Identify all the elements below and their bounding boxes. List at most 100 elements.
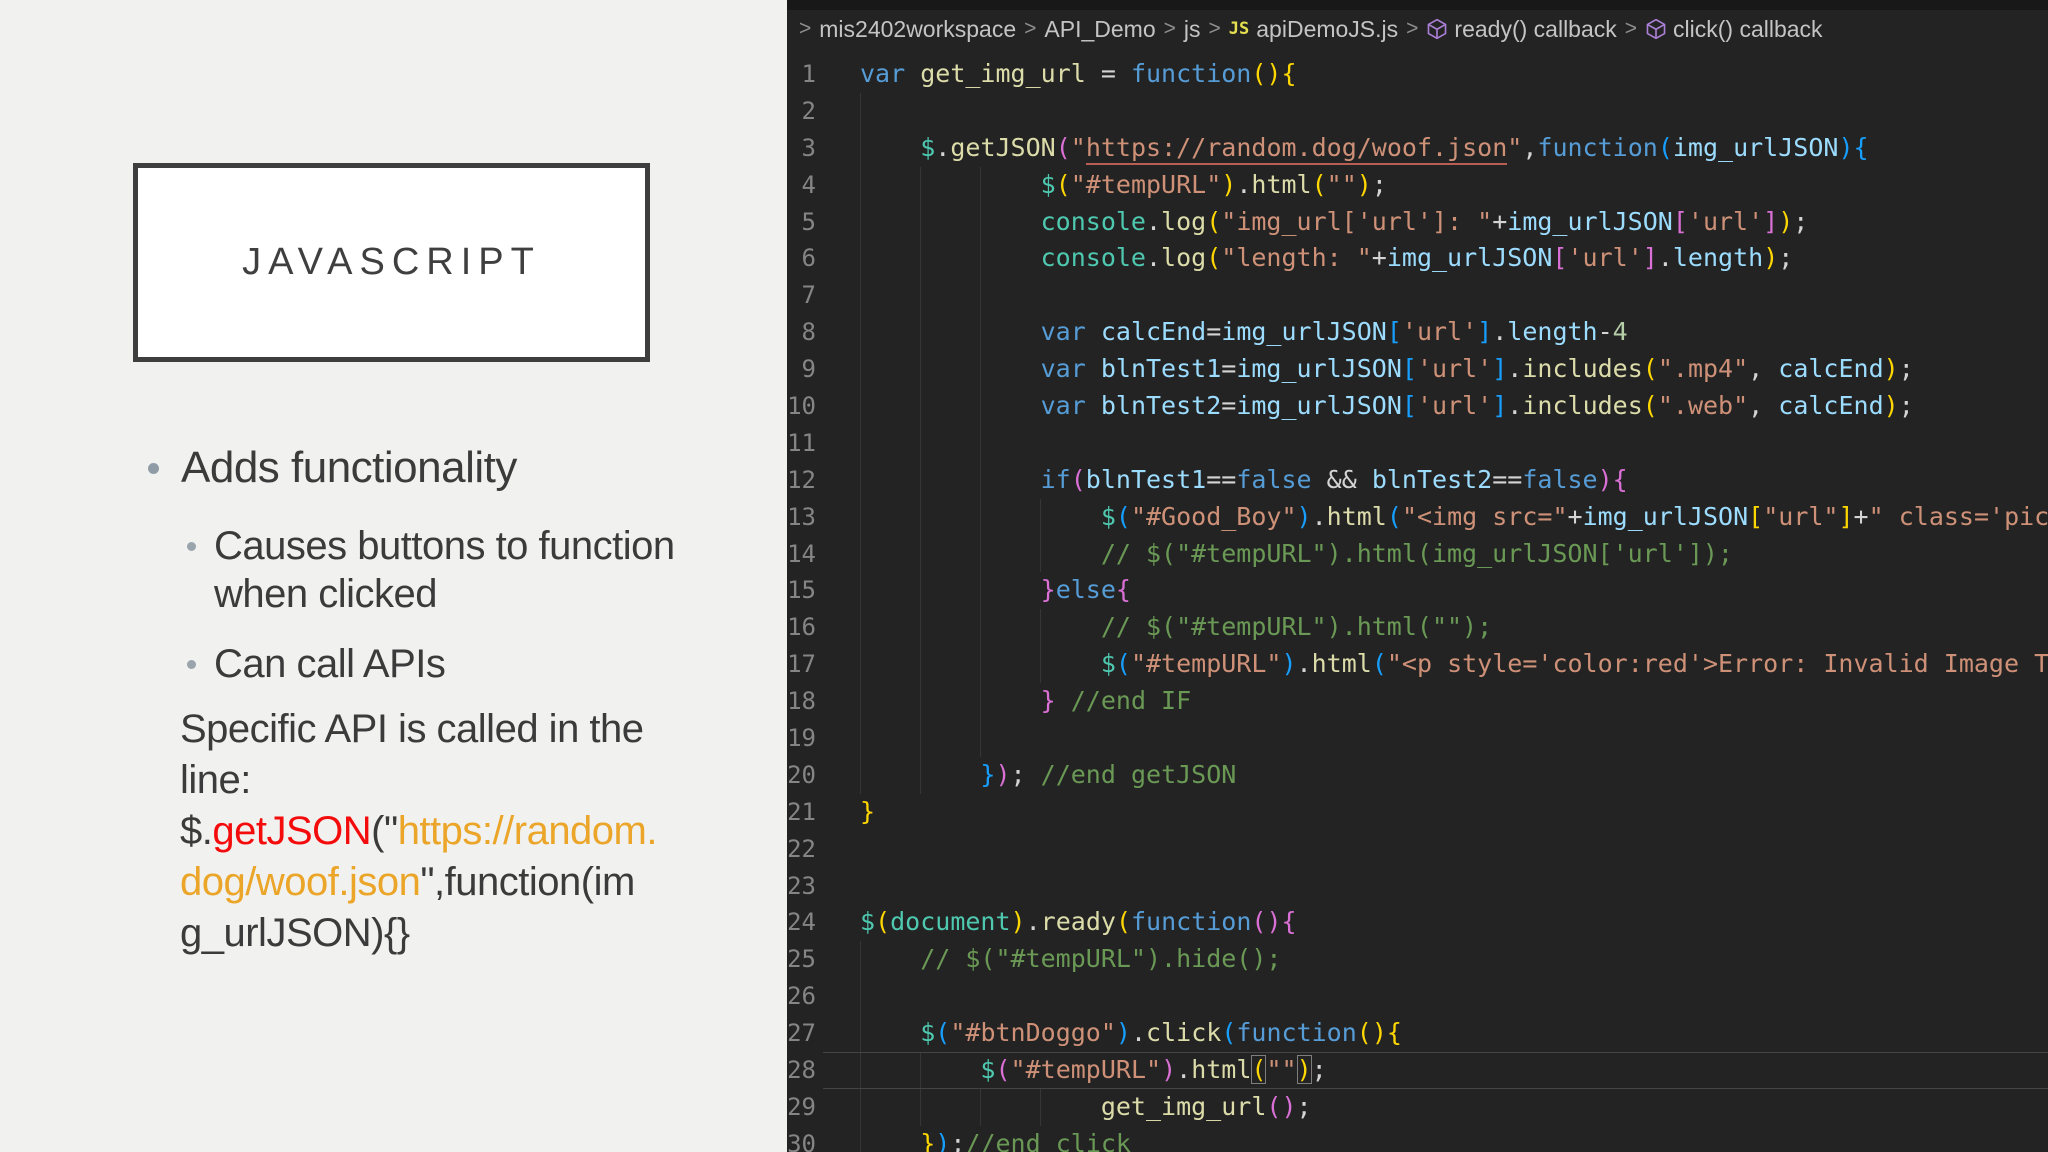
code-text: var get_img_url = function(){	[860, 59, 1297, 88]
line-number: 13	[787, 502, 816, 531]
code-line[interactable]: 19	[787, 720, 2048, 757]
line-number: 6	[801, 244, 816, 273]
paragraph-line: $.getJSON("https://random.	[180, 809, 657, 853]
breadcrumb-item[interactable]: apiDemoJS.js	[1256, 16, 1398, 43]
code-line[interactable]: 30 });//end click	[787, 1125, 2048, 1152]
screen: JAVASCRIPT Adds functionality Causes but…	[0, 0, 2048, 1152]
breadcrumb-separator: >	[1208, 17, 1221, 40]
breadcrumb-item[interactable]: click() callback	[1673, 16, 1823, 43]
breadcrumb-item[interactable]: mis2402workspace	[819, 16, 1016, 43]
indent-guide	[860, 498, 861, 536]
indent-guide	[860, 535, 861, 573]
method-symbol-icon	[1426, 18, 1448, 40]
indent-guide	[860, 646, 861, 684]
code-line[interactable]: 17 $("#tempURL").html("<p style='color:r…	[787, 646, 2048, 684]
breadcrumb-item[interactable]: API_Demo	[1044, 16, 1155, 43]
indent-guide	[920, 240, 922, 278]
breadcrumb-item[interactable]: js	[1184, 16, 1201, 43]
line-number: 18	[787, 687, 816, 716]
line-number: 22	[787, 834, 816, 863]
code-line[interactable]: 22	[787, 831, 2048, 868]
code-line[interactable]: 13 $("#Good_Boy").html("<img src="+img_u…	[787, 498, 2048, 536]
code-line[interactable]: 7	[787, 277, 2048, 315]
code-line[interactable]: 6 console.log("length: "+img_urlJSON['ur…	[787, 240, 2048, 278]
breadcrumb-separator: >	[1024, 17, 1037, 40]
indent-guide	[860, 166, 861, 204]
code-area[interactable]: 1 var get_img_url = function(){ 2 3 $.getJS…	[787, 48, 2048, 1152]
code-line[interactable]: 20 }); //end getJSON	[787, 756, 2048, 794]
code-line[interactable]: 2	[787, 92, 2048, 130]
bullet-level1-text: Adds functionality	[181, 443, 517, 492]
line-number: 5	[801, 207, 816, 236]
code-text: $("#Good_Boy").html("<img src="+img_urlJ…	[1100, 501, 2048, 531]
api-call-paragraph: Specific API is called in the line: $.getJ…	[180, 704, 752, 959]
paragraph-line: line:	[180, 758, 251, 802]
code-line[interactable]: 23	[787, 868, 2048, 905]
indent-guide	[860, 609, 861, 647]
code-text: $("#tempURL").html("");	[980, 1055, 1327, 1085]
code-line[interactable]: 8 var calcEnd=img_urlJSON['url'].length-…	[787, 314, 2048, 352]
code-line[interactable]: 18 } //end IF	[787, 683, 2048, 721]
line-number: 15	[787, 576, 816, 605]
code-line[interactable]: 16 // $("#tempURL").html("");	[787, 609, 2048, 647]
indent-guide	[920, 461, 922, 499]
line-number: 1	[801, 60, 816, 88]
paragraph-line: g_urlJSON){}	[180, 911, 410, 955]
code-line[interactable]: 9 var blnTest1=img_urlJSON['url'].includ…	[787, 351, 2048, 389]
indent-guide	[980, 166, 982, 204]
code-line[interactable]: 11	[787, 424, 2048, 462]
code-line[interactable]: 29 get_img_url();	[787, 1088, 2048, 1126]
code-text: $("#tempURL").html("<p style='color:red'…	[1100, 649, 2048, 679]
method-symbol-icon	[1645, 18, 1667, 40]
indent-guide	[1040, 1088, 1042, 1126]
code-line[interactable]: 15 }else{	[787, 572, 2048, 610]
code-text: $(document).ready(function(){	[860, 907, 1297, 937]
breadcrumb-item[interactable]: ready() callback	[1454, 16, 1616, 43]
bullet-level2: Causes buttons to function when clicked	[132, 522, 752, 618]
code-line[interactable]: 12 if(blnTest1==false && blnTest2==false…	[787, 461, 2048, 499]
indent-guide	[920, 424, 922, 462]
code-line[interactable]: 3 $.getJSON("https://random.dog/woof.jso…	[787, 129, 2048, 167]
line-number: 23	[787, 871, 816, 900]
indent-guide	[920, 498, 922, 536]
code-text: get_img_url();	[1100, 1091, 1312, 1121]
slide-title: JAVASCRIPT	[242, 241, 541, 283]
code-line[interactable]: 24 $(document).ready(function(){	[787, 904, 2048, 941]
indent-guide	[920, 388, 922, 425]
code-line[interactable]: 5 console.log("img_url['url']: "+img_url…	[787, 203, 2048, 241]
breadcrumb-separator: >	[1624, 17, 1638, 40]
editor-pane: > mis2402workspace > API_Demo > js > JS apiDemoJ…	[787, 0, 2048, 1152]
line-number: 19	[787, 724, 816, 753]
indent-guide	[860, 683, 861, 721]
indent-guide	[920, 351, 922, 389]
code-line[interactable]: 26	[787, 978, 2048, 1016]
code-text: } //end IF	[1040, 686, 1192, 716]
breadcrumb-separator: >	[1163, 17, 1176, 40]
code-text: var blnTest2=img_urlJSON['url'].includes…	[1040, 391, 1914, 421]
bullet-dot	[148, 463, 159, 474]
line-number: 11	[787, 428, 816, 457]
line-number: 20	[787, 760, 816, 789]
indent-guide	[980, 609, 982, 647]
code-line[interactable]: 27 $("#btnDoggo").click(function(){	[787, 1015, 2048, 1053]
indent-guide	[860, 756, 861, 794]
indent-guide	[860, 1088, 861, 1126]
code-line[interactable]: 21}	[787, 794, 2048, 831]
code-line[interactable]: 25 // $("#tempURL").hide();	[787, 941, 2048, 979]
code-line[interactable]: 10 var blnTest2=img_urlJSON['url'].inclu…	[787, 388, 2048, 425]
indent-guide	[1040, 646, 1042, 684]
line-number: 7	[801, 281, 816, 310]
indent-guide	[980, 203, 982, 241]
code-line[interactable]: 4 $("#tempURL").html("");	[787, 166, 2048, 204]
code-text: if(blnTest1==false && blnTest2==false){	[1040, 464, 1628, 494]
indent-guide	[980, 535, 982, 573]
code-line-current[interactable]: 28 $("#tempURL").html("");	[787, 1052, 2048, 1089]
code-line[interactable]: 1 var get_img_url = function(){	[787, 56, 2048, 93]
line-number: 28	[787, 1056, 816, 1085]
line-number: 12	[787, 465, 816, 494]
indent-guide	[920, 609, 922, 647]
indent-guide	[860, 572, 861, 610]
line-number: 25	[787, 945, 816, 974]
code-line[interactable]: 14 // $("#tempURL").html(img_urlJSON['ur…	[787, 535, 2048, 573]
bullet-dot	[187, 660, 196, 669]
